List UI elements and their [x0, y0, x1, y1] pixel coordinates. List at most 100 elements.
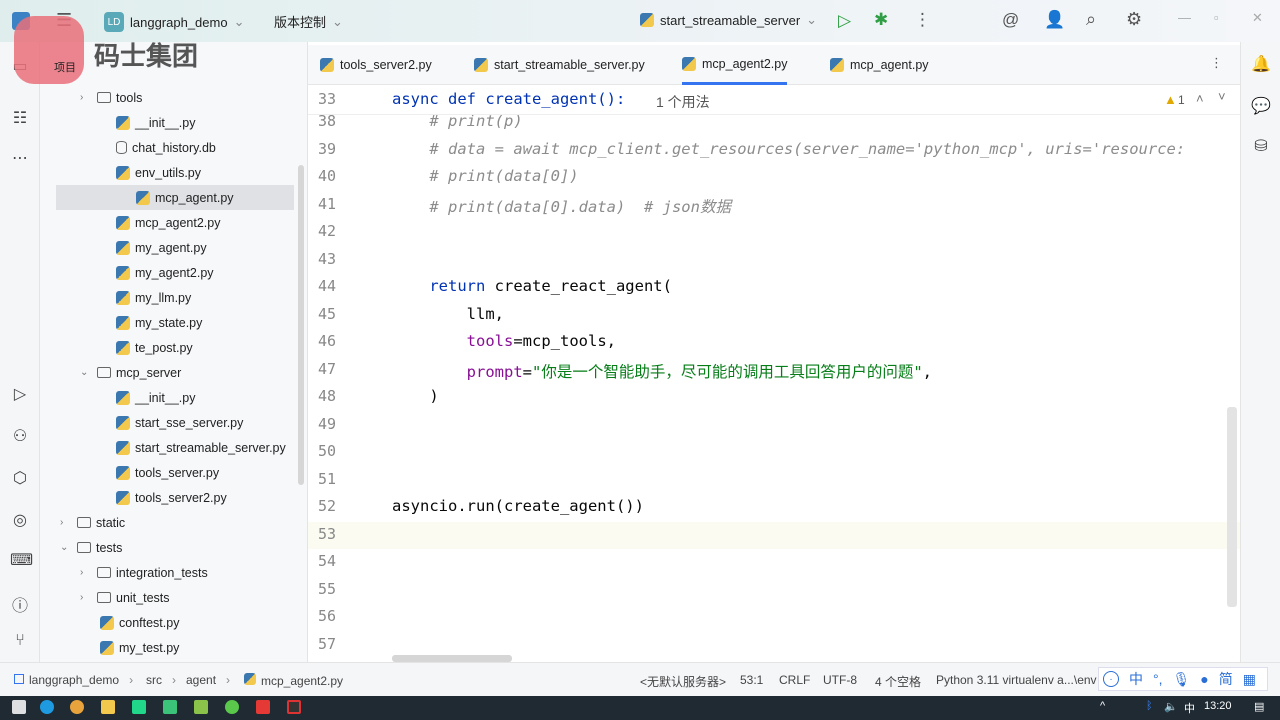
- media-icon[interactable]: [287, 700, 301, 714]
- run-icon[interactable]: ▷: [838, 11, 851, 31]
- git-icon[interactable]: ⑂: [10, 632, 30, 652]
- horizontal-scrollbar[interactable]: [392, 655, 512, 662]
- file-encoding[interactable]: UTF-8: [823, 673, 857, 687]
- terminal-icon[interactable]: ⌨: [10, 550, 33, 570]
- editor-scrollbar[interactable]: [1227, 407, 1237, 607]
- problems-icon[interactable]: ⓘ: [10, 592, 30, 615]
- tray-expand-icon[interactable]: ^: [1100, 700, 1105, 712]
- tree-item[interactable]: mcp_agent.py: [56, 185, 294, 210]
- line-ending[interactable]: CRLF: [779, 673, 810, 687]
- close-icon[interactable]: ✕: [1252, 10, 1263, 26]
- breadcrumb-item[interactable]: langgraph_demo ›: [14, 673, 133, 687]
- tree-item[interactable]: te_post.py: [116, 335, 193, 360]
- wechat-icon[interactable]: [225, 700, 239, 714]
- minimize-icon[interactable]: —: [1178, 10, 1191, 25]
- tab-mcp-agent2-py[interactable]: mcp_agent2.py: [682, 45, 788, 85]
- code-line[interactable]: prompt="你是一个智能助手，尽可能的调用工具回答用户的问题",: [392, 360, 932, 382]
- ime-simplified[interactable]: 简: [1219, 669, 1233, 689]
- tree-item[interactable]: tools_server.py: [116, 460, 219, 485]
- sticky-header[interactable]: 33 async def create_agent(): 1 个用法 ▲ 1 ˄…: [308, 85, 1240, 115]
- tree-item[interactable]: mcp_agent2.py: [116, 210, 220, 235]
- chevron-right-icon[interactable]: ›: [80, 567, 92, 578]
- chevron-down-icon[interactable]: ⌄: [80, 367, 92, 378]
- settings-icon[interactable]: ⚙: [1126, 9, 1142, 30]
- code-line[interactable]: tools=mcp_tools,: [392, 332, 616, 350]
- server-status[interactable]: <无默认服务器>: [640, 673, 726, 690]
- warning-count[interactable]: 1: [1178, 93, 1185, 107]
- tree-item[interactable]: ⌄ tests: [60, 535, 122, 560]
- add-user-icon[interactable]: 👤: [1044, 10, 1065, 30]
- python-console-icon[interactable]: ⚇: [10, 426, 30, 446]
- tree-scrollbar[interactable]: [298, 165, 304, 485]
- services-icon[interactable]: ◎: [10, 510, 30, 530]
- tree-item[interactable]: my_agent.py: [116, 235, 207, 260]
- code-line[interactable]: # data = await mcp_client.get_resources(…: [392, 140, 1185, 158]
- warning-icon[interactable]: ▲: [1164, 92, 1177, 107]
- breadcrumb-item[interactable]: mcp_agent2.py: [244, 673, 343, 688]
- recorder-icon[interactable]: [256, 700, 270, 714]
- search-icon[interactable]: ⌕: [1086, 9, 1096, 30]
- chevron-down-icon[interactable]: ˅: [1218, 89, 1226, 104]
- code-line[interactable]: ): [392, 387, 438, 405]
- tree-item[interactable]: start_streamable_server.py: [116, 435, 286, 460]
- notification-center-icon[interactable]: ▤: [1254, 700, 1264, 713]
- code-line[interactable]: # print(data[0]): [392, 167, 578, 185]
- chevron-right-icon[interactable]: ›: [80, 92, 92, 103]
- more-tools-icon[interactable]: ⋯: [10, 148, 30, 168]
- tree-item[interactable]: › unit_tests: [80, 585, 170, 610]
- code-editor[interactable]: 38 # print(p) 39 # data = await mcp_clien…: [308, 85, 1240, 662]
- ime-chinese[interactable]: 中: [1129, 669, 1143, 689]
- tree-item[interactable]: __init__.py: [116, 110, 195, 135]
- tree-item[interactable]: › tools: [80, 85, 142, 110]
- maximize-icon[interactable]: ▫: [1214, 10, 1219, 25]
- tree-item[interactable]: › static: [60, 510, 125, 535]
- ifly-icon[interactable]: ·: [1103, 671, 1119, 687]
- usages-hint[interactable]: 1 个用法: [656, 92, 710, 112]
- tree-item[interactable]: › integration_tests: [80, 560, 208, 585]
- code-line[interactable]: # print(data[0].data) # json数据: [392, 195, 731, 217]
- clock[interactable]: 13:20: [1204, 700, 1232, 712]
- tree-item[interactable]: ⌄ mcp_server: [80, 360, 181, 385]
- vcs-menu[interactable]: 版本控制 ⌄: [274, 12, 343, 31]
- ai-assistant-icon[interactable]: @: [1002, 10, 1019, 30]
- code-line[interactable]: return create_react_agent(: [392, 277, 672, 295]
- caret-position[interactable]: 53:1: [740, 673, 763, 687]
- run-config-selector[interactable]: start_streamable_server ⌄: [640, 12, 817, 28]
- bluetooth-icon[interactable]: ᛒ: [1146, 700, 1153, 712]
- tree-item[interactable]: tools_server2.py: [116, 485, 227, 510]
- tree-item[interactable]: chat_history.db: [116, 135, 216, 160]
- code-line[interactable]: asyncio.run(create_agent()): [392, 497, 644, 515]
- chevron-up-icon[interactable]: ˄: [1196, 91, 1204, 106]
- app-icon[interactable]: [163, 700, 177, 714]
- tree-item[interactable]: my_test.py: [100, 635, 179, 660]
- run-tool-icon[interactable]: ▷: [10, 384, 30, 404]
- notepad-icon[interactable]: [194, 700, 208, 714]
- tree-item[interactable]: __init__.py: [116, 385, 195, 410]
- chevron-right-icon[interactable]: ›: [80, 592, 92, 603]
- tray-ime[interactable]: 中: [1184, 700, 1195, 716]
- tab-start-streamable-server-py[interactable]: start_streamable_server.py: [474, 45, 645, 85]
- pycharm-icon[interactable]: [132, 700, 146, 714]
- punctuation-icon[interactable]: °,: [1153, 671, 1163, 687]
- project-tool-label[interactable]: 项目: [54, 59, 76, 75]
- notifications-icon[interactable]: 🔔: [1251, 54, 1271, 74]
- windows-start-icon[interactable]: [12, 700, 26, 714]
- breadcrumb-item[interactable]: src ›: [146, 673, 176, 687]
- code-line[interactable]: llm,: [392, 305, 504, 323]
- chevron-down-icon[interactable]: ⌄: [60, 542, 72, 553]
- chrome-icon[interactable]: [70, 700, 84, 714]
- database-icon[interactable]: ⛁: [1251, 136, 1271, 156]
- tree-item[interactable]: start_sse_server.py: [116, 410, 243, 435]
- explorer-icon[interactable]: [101, 700, 115, 714]
- tree-item[interactable]: env_utils.py: [116, 160, 201, 185]
- tab-menu-icon[interactable]: ⋮: [1210, 55, 1223, 71]
- chevron-right-icon[interactable]: ›: [60, 517, 72, 528]
- interpreter[interactable]: Python 3.11 virtualenv a...\env: [936, 673, 1097, 687]
- tab-tools-server2-py[interactable]: tools_server2.py: [320, 45, 432, 85]
- tree-item[interactable]: my_llm.py: [116, 285, 191, 310]
- grid-icon[interactable]: ▦: [1243, 671, 1256, 688]
- edge-icon[interactable]: [40, 700, 54, 714]
- project-selector[interactable]: LD langgraph_demo ⌄: [104, 12, 244, 32]
- tree-item[interactable]: my_state.py: [116, 310, 202, 335]
- tree-item[interactable]: my_agent2.py: [116, 260, 214, 285]
